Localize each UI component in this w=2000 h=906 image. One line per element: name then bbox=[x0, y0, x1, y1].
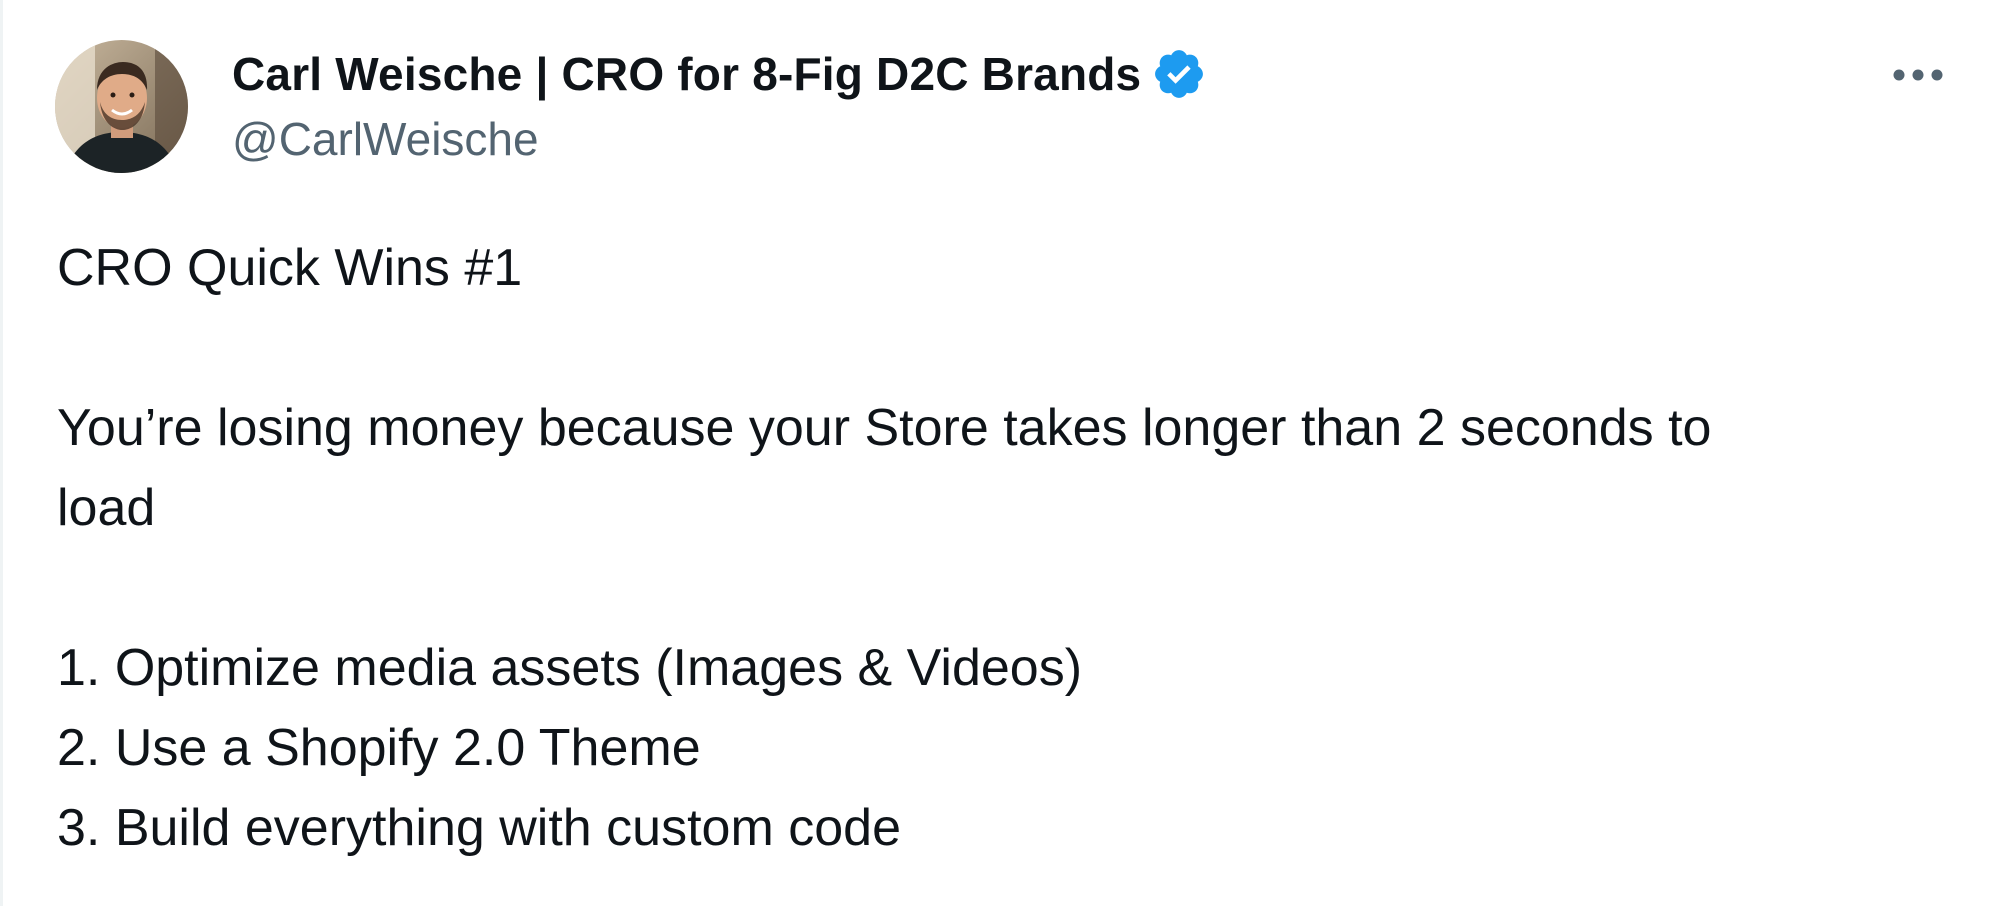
tweet-card: Carl Weische | CRO for 8-Fig D2C Brands … bbox=[0, 0, 2000, 906]
more-options-icon[interactable] bbox=[1888, 55, 1948, 95]
author-display-name[interactable]: Carl Weische | CRO for 8-Fig D2C Brands bbox=[232, 47, 1141, 101]
avatar-photo bbox=[55, 40, 188, 173]
author-name-row[interactable]: Carl Weische | CRO for 8-Fig D2C Brands bbox=[232, 44, 1207, 104]
tweet-list-item: 3. Build everything with custom code bbox=[57, 799, 901, 857]
author-avatar[interactable] bbox=[55, 40, 188, 173]
tweet-intro-line-1: You’re losing money because your Store t… bbox=[57, 399, 1712, 457]
tweet-list-item: 2. Use a Shopify 2.0 Theme bbox=[57, 719, 701, 777]
tweet-title-line: CRO Quick Wins #1 bbox=[57, 239, 523, 297]
tweet-list-item: 1. Optimize media assets (Images & Video… bbox=[57, 639, 1083, 697]
verified-badge-icon[interactable] bbox=[1151, 46, 1207, 102]
tweet-text: CRO Quick Wins #1 You’re losing money be… bbox=[57, 228, 1957, 868]
author-handle[interactable]: @CarlWeische bbox=[232, 112, 539, 166]
tweet-intro-line-2: load bbox=[57, 479, 156, 537]
